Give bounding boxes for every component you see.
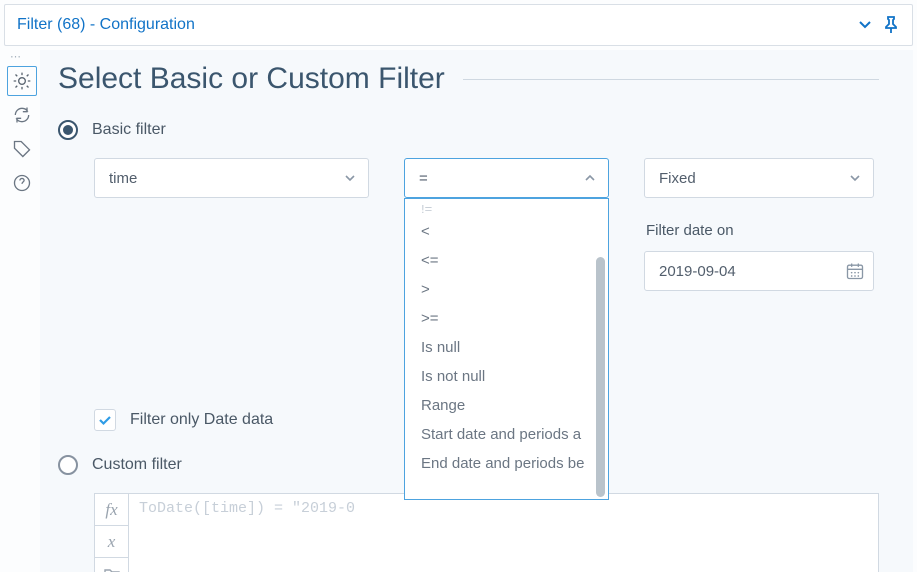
pin-icon (882, 16, 900, 34)
rail-refresh-button[interactable] (7, 100, 37, 130)
chevron-down-icon (858, 18, 872, 32)
field-dropdown[interactable]: time (94, 158, 369, 198)
operator-option[interactable]: Start date and periods a (405, 420, 608, 449)
tag-icon (12, 139, 32, 159)
dropdown-scrollbar[interactable] (596, 257, 605, 497)
operator-option[interactable]: >= (405, 304, 608, 333)
expression-block: fx x ToDate([time]) = "2019-0 (94, 493, 879, 572)
operator-dropdown-value: = (419, 170, 576, 187)
right-column: Fixed Filter date on 2019-09-04 (644, 158, 874, 291)
expression-toolbar: fx x (94, 493, 128, 572)
operator-option[interactable]: <= (405, 246, 608, 275)
filter-only-date-label: Filter only Date data (130, 411, 273, 429)
basic-filter-inputs: time = != < <= > >= Is null (94, 158, 879, 291)
rail-config-button[interactable] (7, 66, 37, 96)
operator-option[interactable]: Range (405, 391, 608, 420)
folder-button[interactable] (95, 558, 128, 572)
title-bar: Filter (68) - Configuration (4, 4, 913, 46)
heading-row: Select Basic or Custom Filter (58, 62, 879, 96)
rail-help-button[interactable] (7, 168, 37, 198)
gear-icon (12, 71, 32, 91)
help-icon (12, 173, 32, 193)
refresh-icon (12, 105, 32, 125)
operator-option[interactable]: > (405, 275, 608, 304)
chevron-down-icon (336, 172, 364, 184)
custom-filter-label: Custom filter (92, 456, 182, 474)
operator-option[interactable]: Is null (405, 333, 608, 362)
filter-date-label: Filter date on (646, 222, 874, 239)
x-icon: x (108, 532, 116, 552)
collapse-button[interactable] (852, 12, 878, 38)
expression-textarea[interactable]: ToDate([time]) = "2019-0 (128, 493, 879, 572)
field-dropdown-value: time (109, 170, 336, 187)
operator-option[interactable]: != (405, 205, 608, 217)
chevron-up-icon (576, 172, 604, 184)
value-type-value: Fixed (659, 170, 841, 187)
operator-option[interactable]: End date and periods be (405, 449, 608, 478)
filter-only-date-checkbox[interactable] (94, 409, 116, 431)
calendar-icon (845, 261, 865, 281)
page-title: Select Basic or Custom Filter (58, 62, 445, 96)
drag-handle[interactable]: ⋯ (4, 52, 40, 62)
basic-filter-label: Basic filter (92, 121, 166, 139)
config-panel: Select Basic or Custom Filter Basic filt… (40, 50, 913, 572)
variable-button[interactable]: x (95, 526, 128, 558)
left-rail: ⋯ (4, 50, 40, 572)
pin-button[interactable] (878, 12, 904, 38)
filter-date-input[interactable]: 2019-09-04 (644, 251, 874, 291)
operator-option[interactable]: < (405, 217, 608, 246)
operator-option[interactable]: Is not null (405, 362, 608, 391)
heading-divider (463, 79, 879, 80)
value-type-dropdown[interactable]: Fixed (644, 158, 874, 198)
rail-tag-button[interactable] (7, 134, 37, 164)
fx-icon: fx (105, 500, 117, 520)
basic-filter-radio-row: Basic filter (58, 120, 879, 140)
custom-filter-radio[interactable] (58, 455, 78, 475)
folder-icon (104, 567, 120, 572)
basic-filter-radio[interactable] (58, 120, 78, 140)
operator-dropdown[interactable]: = != < <= > >= Is null Is not null Range… (404, 158, 609, 198)
check-icon (97, 412, 113, 428)
filter-date-value: 2019-09-04 (659, 263, 845, 280)
window-title: Filter (68) - Configuration (17, 16, 852, 34)
body: ⋯ Select Basic or Custom Filter Basic fi… (4, 50, 913, 572)
fx-button[interactable]: fx (95, 494, 128, 526)
operator-dropdown-list: != < <= > >= Is null Is not null Range S… (404, 198, 609, 500)
chevron-down-icon (841, 172, 869, 184)
